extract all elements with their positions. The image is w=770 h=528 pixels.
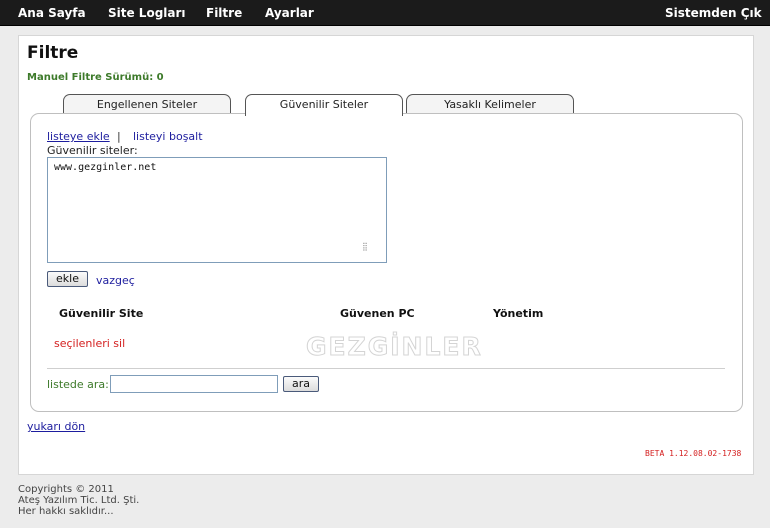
add-to-list-link[interactable]: listeye ekle xyxy=(47,130,110,143)
watermark-logo: GEZGİNLER xyxy=(306,332,483,362)
nav-settings[interactable]: Ayarlar xyxy=(265,6,314,20)
column-header-pc: Güvenen PC xyxy=(340,307,415,320)
nav-home[interactable]: Ana Sayfa xyxy=(18,6,86,20)
resize-grip-icon[interactable]: ⣿ xyxy=(362,242,368,251)
trusted-sites-label: Güvenilir siteler: xyxy=(47,144,138,157)
delete-selected-link[interactable]: seçilenleri sil xyxy=(54,337,125,350)
cancel-link[interactable]: vazgeç xyxy=(96,274,135,287)
main-panel: Filtre Manuel Filtre Sürümü: 0 Engellene… xyxy=(18,35,754,475)
tab-trusted-sites[interactable]: Güvenilir Siteler xyxy=(245,94,403,116)
divider xyxy=(47,368,725,369)
footer-copyright: Copyrights © 2011 xyxy=(18,484,114,495)
footer-company: Ateş Yazılım Tic. Ltd. Şti. xyxy=(18,495,140,506)
tab-content: listeye ekle | listeyi boşalt Güvenilir … xyxy=(30,113,743,412)
back-to-top-link[interactable]: yukarı dön xyxy=(27,420,85,433)
search-button[interactable]: ara xyxy=(283,376,320,392)
nav-site-logs[interactable]: Site Logları xyxy=(108,6,186,20)
nav-filter[interactable]: Filtre xyxy=(206,6,242,20)
search-label: listede ara: xyxy=(47,378,109,391)
search-input[interactable] xyxy=(110,375,278,393)
tab-blocked-sites[interactable]: Engellenen Siteler xyxy=(63,94,231,114)
nav-logout[interactable]: Sistemden Çık xyxy=(665,6,762,20)
filter-version: Manuel Filtre Sürümü: 0 xyxy=(27,72,164,83)
footer-rights: Her hakkı saklıdır... xyxy=(18,506,114,517)
trusted-sites-textarea[interactable]: www.gezginler.net xyxy=(47,157,387,263)
beta-version: BETA 1.12.08.02-1738 xyxy=(645,449,742,458)
column-header-site: Güvenilir Site xyxy=(59,307,144,320)
top-navigation-bar: Ana Sayfa Site Logları Filtre Ayarlar Si… xyxy=(0,0,770,26)
page-title: Filtre xyxy=(27,43,79,63)
clear-list-link[interactable]: listeyi boşalt xyxy=(133,130,203,143)
link-separator: | xyxy=(117,130,121,143)
tab-banned-words[interactable]: Yasaklı Kelimeler xyxy=(406,94,574,114)
add-button[interactable]: ekle xyxy=(47,271,88,287)
column-header-manage: Yönetim xyxy=(493,307,544,320)
